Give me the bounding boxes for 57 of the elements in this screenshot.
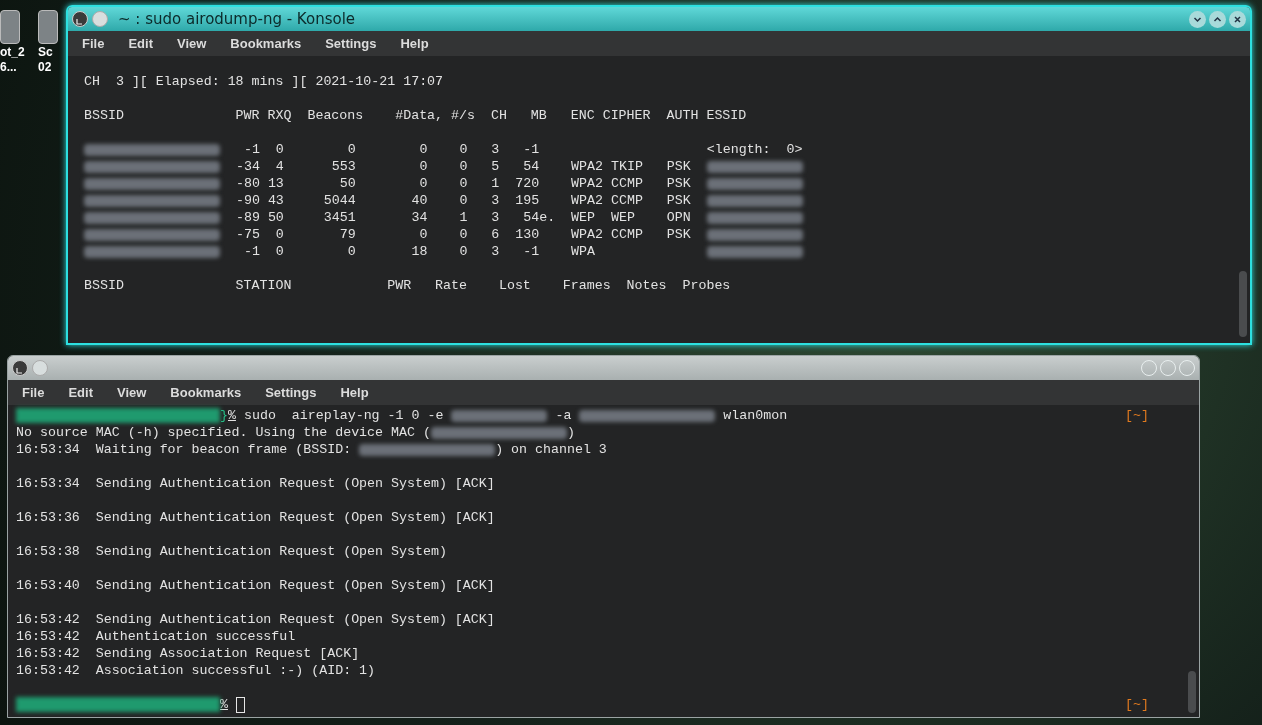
- desktop-icon-label[interactable]: ot_2: [0, 46, 25, 59]
- window-title: ~ : sudo airodump-ng - Konsole: [118, 8, 356, 30]
- menu-item[interactable]: Edit: [68, 382, 93, 403]
- minimize-icon[interactable]: [1189, 10, 1206, 28]
- prompt-sign: %: [228, 406, 236, 425]
- terminal-text: 16:53:38 Sending Authentication Request (Open System): [16, 542, 447, 561]
- menu-item[interactable]: Settings: [265, 382, 317, 403]
- terminal-text: No source MAC (-h) specified. Using the device MAC (: [16, 423, 431, 442]
- menu-item[interactable]: File: [82, 33, 105, 54]
- terminal-text: 16:53:34 Waiting for beacon frame (BSSID:: [16, 440, 353, 459]
- terminal-app-icon[interactable]: [12, 360, 28, 376]
- desktop-icon-label[interactable]: 6...: [0, 61, 17, 74]
- terminal-text: 16:53:34 Sending Authentication Request (Open System) [ACK]: [16, 474, 495, 493]
- terminal-text: 16:53:42 Sending Association Request [ACK]: [16, 644, 360, 663]
- terminal-text: CH 3 ][ Elapsed: 18 mins ][ 2021-10-21 17:07: [84, 72, 444, 91]
- terminal-text: -90 43 5044 40 0 3 195 WPA2 CCMP PSK: [234, 191, 692, 210]
- terminal-text: -1 0 0 18 0 3 -1 WPA: [242, 242, 597, 261]
- directory-tag: [~]: [1125, 405, 1149, 426]
- terminal-text: 16:53:42 Sending Authentication Request (Open System) [ACK]: [16, 610, 495, 629]
- terminal-text: 16:53:40 Sending Authentication Request (Open System) [ACK]: [16, 576, 495, 595]
- terminal-text: -34 4 553 0 0 5 54 WPA2 TKIP PSK: [234, 157, 692, 176]
- directory-tag: [~]: [1125, 694, 1149, 715]
- terminal-text: 16:53:36 Sending Authentication Request (Open System) [ACK]: [16, 508, 495, 527]
- terminal-text: -a: [554, 406, 573, 425]
- terminal-text: 16:53:42 Authentication successful: [16, 627, 296, 646]
- menu-item[interactable]: View: [116, 382, 147, 403]
- terminal-text: -80 13 50 0 0 1 720 WPA2 CCMP PSK: [234, 174, 692, 193]
- prompt-brace: }: [220, 406, 228, 425]
- prompt-sign: %: [220, 695, 228, 714]
- terminal-app-icon[interactable]: [72, 11, 88, 27]
- terminal-text: BSSID PWR RXQ Beacons #Data, #/s CH MB ENC CIPHER AUTH ESSID: [84, 106, 747, 125]
- terminal-text: BSSID STATION PWR Rate Lost Frames Notes Probes: [84, 276, 731, 295]
- terminal-text: ) on channel 3: [495, 440, 607, 459]
- text-cursor: [236, 696, 245, 713]
- menu-item[interactable]: Settings: [325, 33, 377, 54]
- desktop-icon[interactable]: [0, 10, 20, 44]
- terminal-text: sudo aireplay-ng -1 0 -e: [242, 406, 445, 425]
- terminal-text: -75 0 79 0 0 6 130 WPA2 CCMP PSK: [234, 225, 692, 244]
- close-icon[interactable]: [1229, 10, 1246, 28]
- menu-item[interactable]: View: [176, 33, 207, 54]
- terminal-text: 16:53:42 Association successful :-) (AID: 1): [16, 661, 376, 680]
- desktop-icon-label[interactable]: Sc: [38, 46, 53, 59]
- desktop-icon-label[interactable]: 02: [38, 61, 52, 74]
- menu-item[interactable]: Bookmarks: [230, 33, 302, 54]
- terminal-text: ): [566, 423, 575, 442]
- scrollbar-thumb[interactable]: [1239, 271, 1247, 337]
- scrollbar-thumb[interactable]: [1188, 671, 1196, 713]
- menu-item[interactable]: File: [22, 382, 45, 403]
- menu-item[interactable]: Bookmarks: [170, 382, 242, 403]
- menu-item[interactable]: Help: [400, 33, 429, 54]
- desktop-icon[interactable]: [38, 10, 58, 44]
- maximize-icon[interactable]: [1209, 10, 1226, 28]
- terminal-text: -89 50 3451 34 1 3 54e. WEP WEP OPN: [234, 208, 692, 227]
- terminal-text: -1 0 0 0 0 3 -1 <length: 0>: [242, 140, 803, 159]
- terminal-text: wlan0mon: [722, 406, 788, 425]
- menu-item[interactable]: Help: [340, 382, 369, 403]
- menu-item[interactable]: Edit: [128, 33, 153, 54]
